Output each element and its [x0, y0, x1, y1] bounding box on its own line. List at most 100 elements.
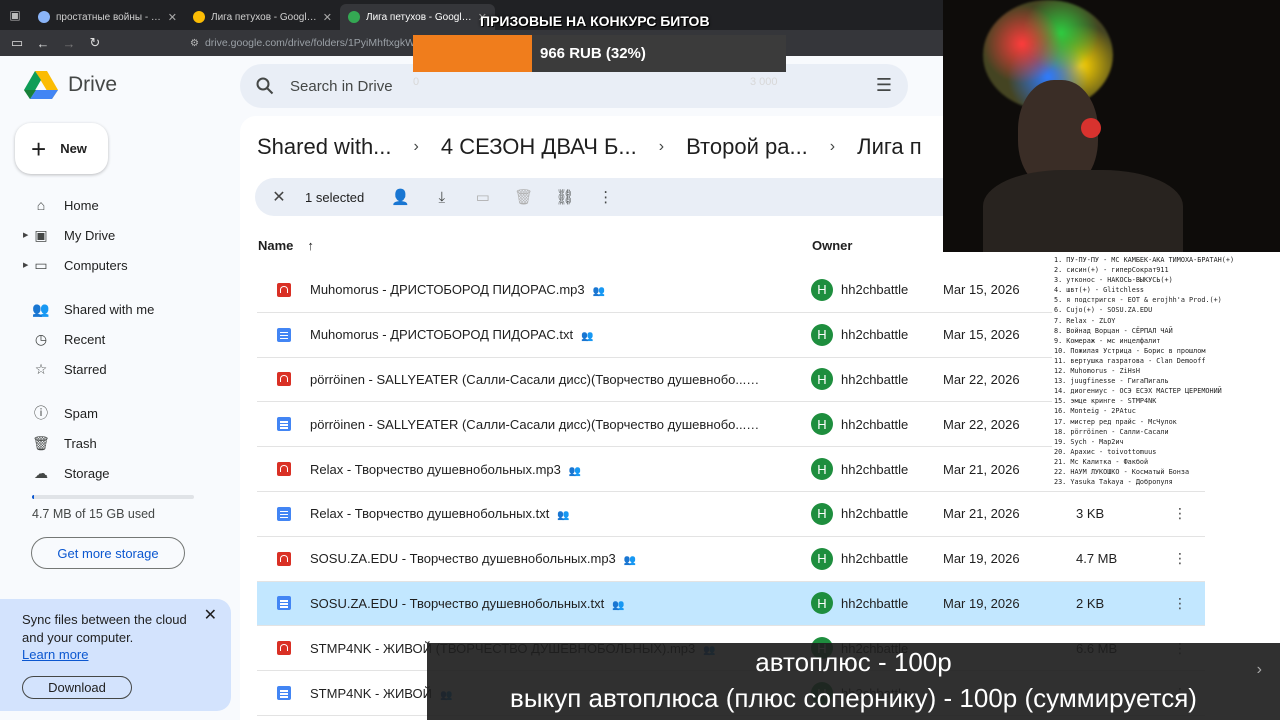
file-name-text: Relax - Творчество душевнобольных.txt — [310, 506, 550, 522]
delete-icon[interactable]: 🗑 — [503, 188, 544, 206]
file-name[interactable]: pörröinen - SALLYEATER (Салли-Сасали дис… — [310, 417, 760, 432]
spam-icon: ⓘ — [34, 405, 48, 421]
drive-logo-text: Drive — [68, 73, 118, 96]
sidebar-item-home[interactable]: ⌂ Home — [0, 190, 240, 220]
battle-pair-line: 5. я подстригся - EOT & erojhh'a Prod.(+… — [1054, 296, 1222, 305]
sidebar-item-starred[interactable]: ☆ Starred — [0, 354, 240, 384]
browser-tab-0[interactable]: простатные войны - Google Sh ✕ — [30, 4, 185, 30]
breadcrumb-item[interactable]: Второй ра... — [686, 134, 808, 160]
sidebar-toggle-icon[interactable]: ▭ — [6, 32, 28, 54]
forward-button[interactable]: → — [58, 32, 80, 54]
shared-people-icon: 👥 — [581, 331, 594, 343]
expand-caret-icon[interactable]: ▶ — [23, 261, 28, 269]
file-name[interactable]: pörröinen - SALLYEATER (Салли-Сасали дис… — [310, 372, 760, 387]
audio-file-icon — [277, 551, 291, 566]
favicon-icon — [348, 11, 360, 23]
battle-pair-line: 23. Yasuka Takaya - Добропуля — [1054, 478, 1173, 487]
learn-more-link[interactable]: Learn more — [22, 647, 209, 662]
battle-pair-line: 4. швт(+) - Glitchless — [1054, 286, 1145, 295]
sidebar-item-storage[interactable]: ☁ Storage — [0, 458, 240, 488]
search-icon[interactable] — [256, 77, 274, 95]
shared-people-icon: 👥 — [612, 599, 625, 611]
search-input[interactable]: Search in Drive — [290, 78, 393, 95]
shared-people-icon: 👥 — [568, 465, 582, 477]
sidebar-item-trash[interactable]: 🗑 Trash — [0, 428, 240, 458]
share-icon[interactable]: 👤 — [380, 188, 421, 206]
file-name[interactable]: Relax - Творчество душевнобольных.mp3 👥 — [310, 462, 760, 477]
avatar: H — [811, 547, 833, 570]
more-options-icon[interactable]: ⋮ — [1173, 505, 1187, 522]
owner-column-header[interactable]: Owner — [812, 238, 852, 253]
file-name[interactable]: SOSU.ZA.EDU - Творчество душевнобольных.… — [310, 596, 760, 611]
avatar: H — [811, 592, 833, 615]
battle-pair-line: 13. juugfinesse - ГигаПигаль — [1054, 377, 1169, 386]
site-info-icon[interactable]: ⚙ — [190, 38, 199, 49]
battle-pair-line: 18. pörröinen - Салли-Сасали — [1054, 427, 1169, 436]
sidebar-item-my-drive[interactable]: ▶ ▣ My Drive — [0, 220, 240, 250]
close-icon[interactable]: ✕ — [204, 605, 217, 625]
sidebar-item-label: Starred — [64, 361, 107, 377]
more-actions-icon[interactable]: ⋮ — [585, 188, 626, 206]
file-name-text: STMP4NK - ЖИВОЙ — [310, 685, 432, 701]
clear-selection-icon[interactable]: ✕ — [265, 187, 293, 207]
get-more-storage-button[interactable]: Get more storage — [31, 537, 185, 569]
new-button[interactable]: + New — [15, 123, 108, 174]
file-name[interactable]: Muhomorus - ДРИСТОБОРОД ПИДОРАС.txt 👥 — [310, 327, 760, 342]
move-icon[interactable]: ▭ — [462, 188, 503, 206]
chevron-right-icon: › — [658, 138, 665, 155]
back-button[interactable]: ← — [32, 32, 54, 54]
sidebar-item-computers[interactable]: ▶ ▭ Computers — [0, 250, 240, 280]
selection-count: 1 selected — [305, 189, 365, 205]
avatar: H — [811, 502, 833, 525]
more-options-icon[interactable]: ⋮ — [1173, 595, 1187, 612]
file-name[interactable]: Relax - Творчество душевнобольных.txt 👥 — [310, 506, 760, 521]
tab-search-icon[interactable]: ▣ — [0, 0, 30, 30]
search-options-icon[interactable]: ☰ — [876, 75, 892, 96]
trash-icon: 🗑 — [32, 434, 50, 451]
owner-name: hh2chbattle — [841, 327, 909, 343]
file-name-text: pörröinen - SALLYEATER (Салли-Сасали дис… — [310, 371, 747, 387]
browser-tab-1[interactable]: Лига петухов - Google Drive ✕ — [185, 4, 340, 30]
people-icon: 👥 — [32, 300, 50, 317]
file-name-text: Muhomorus - ДРИСТОБОРОД ПИДОРАС.mp3 — [310, 282, 585, 298]
breadcrumb-item[interactable]: Shared with... — [257, 134, 392, 160]
audio-file-icon — [277, 641, 291, 656]
file-owner: Hhh2chbattle — [811, 458, 908, 481]
chevron-right-icon: › — [413, 138, 419, 155]
close-tab-icon[interactable]: ✕ — [168, 11, 177, 24]
owner-name: hh2chbattle — [841, 506, 909, 522]
storage-used-text: 4.7 MB of 15 GB used — [32, 507, 155, 521]
browser-tab-title: Лига петухов - Google Drive — [211, 11, 317, 23]
owner-name: hh2chbattle — [841, 282, 909, 298]
subtitle-line-2: выкуп автоплюса (плюс сопернику) - 100р … — [510, 683, 1197, 713]
drive-logo[interactable]: Drive — [24, 70, 117, 100]
sort-arrow-icon[interactable]: ↑ — [307, 238, 314, 253]
file-name[interactable]: SOSU.ZA.EDU - Творчество душевнобольных.… — [310, 551, 760, 566]
sidebar-item-spam[interactable]: ⓘ Spam — [0, 398, 240, 428]
browser-tab-2[interactable]: Лига петухов - Google Drive✕ — [340, 4, 495, 30]
file-row[interactable]: Relax - Творчество душевнобольных.txt 👥 Hh… — [257, 492, 1205, 537]
close-tab-icon[interactable]: ✕ — [323, 11, 332, 24]
name-column-label: Name — [258, 238, 294, 253]
url-field[interactable]: ⚙ drive.google.com/drive/folders/1PyiMhf… — [190, 33, 421, 53]
expand-caret-icon[interactable]: ▶ — [23, 231, 28, 239]
sidebar-item-shared-with-me[interactable]: 👥 Shared with me — [0, 294, 240, 324]
file-size: 2 KB — [1076, 595, 1105, 611]
more-options-icon[interactable]: ⋮ — [1173, 550, 1187, 567]
sidebar-item-recent[interactable]: ◷ Recent — [0, 324, 240, 354]
file-name[interactable]: Muhomorus - ДРИСТОБОРОД ПИДОРАС.mp3 👥 — [310, 282, 760, 297]
file-row[interactable]: SOSU.ZA.EDU - Творчество душевнобольных.… — [257, 581, 1205, 627]
name-column-header[interactable]: Name ↑ — [258, 238, 314, 253]
webcam-feed — [943, 0, 1280, 252]
breadcrumb-item[interactable]: 4 СЕЗОН ДВАЧ Б... — [441, 134, 637, 160]
breadcrumb-item[interactable]: Лига п — [857, 134, 922, 160]
tab-list: простатные войны - Google Sh ✕ Лига петухо… — [30, 4, 495, 30]
file-row[interactable]: SOSU.ZA.EDU - Творчество душевнобольных.… — [257, 537, 1205, 582]
download-button[interactable]: Download — [22, 676, 132, 699]
reload-button[interactable]: ↻ — [84, 32, 106, 54]
download-icon[interactable]: ⤓ — [421, 189, 462, 206]
link-icon[interactable]: ⛓ — [544, 188, 585, 206]
chevron-right-icon[interactable]: › — [1257, 661, 1262, 679]
webcam-body — [983, 170, 1183, 252]
file-owner: Hhh2chbattle — [811, 323, 909, 346]
